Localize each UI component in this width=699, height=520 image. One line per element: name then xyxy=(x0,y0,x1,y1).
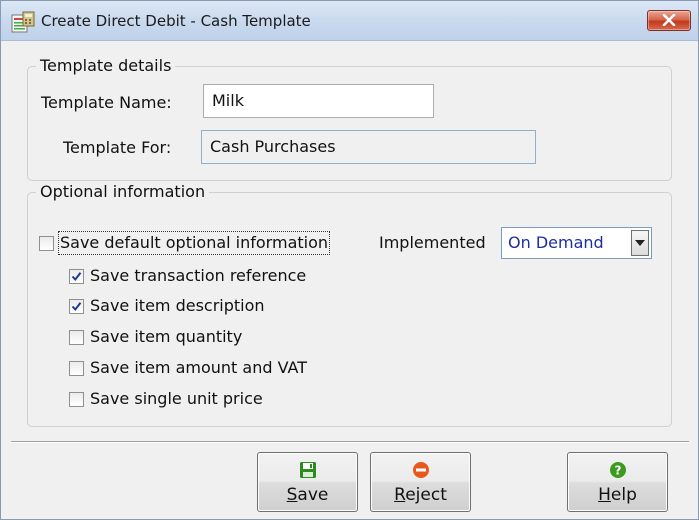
checkbox-box[interactable] xyxy=(69,268,84,284)
checkmark-icon xyxy=(71,271,82,281)
reject-button-label: Reject xyxy=(394,485,447,505)
svg-text:?: ? xyxy=(614,464,621,478)
template-for-label: Template For: xyxy=(63,138,172,157)
save-button-label: Save xyxy=(286,485,329,505)
close-icon xyxy=(662,11,676,30)
template-name-input[interactable]: Milk xyxy=(203,84,434,118)
option-label: Save item description xyxy=(90,296,265,315)
save-default-optional-label: Save default optional information xyxy=(57,231,331,255)
optional-information-legend: Optional information xyxy=(40,182,206,201)
option-checkbox-1[interactable]: Save item description xyxy=(69,295,265,317)
separator xyxy=(11,441,689,443)
checkmark-icon xyxy=(71,301,82,311)
help-button[interactable]: ? Help xyxy=(567,452,668,512)
dialog-window: Create Direct Debit - Cash Template Temp… xyxy=(0,0,699,520)
option-checkbox-4[interactable]: Save single unit price xyxy=(69,388,263,410)
implemented-label: Implemented xyxy=(379,233,486,252)
option-checkbox-3[interactable]: Save item amount and VAT xyxy=(69,357,307,379)
implemented-dropdown[interactable]: On Demand xyxy=(501,227,652,259)
chevron-down-icon xyxy=(635,240,645,246)
help-button-label: Help xyxy=(598,485,637,505)
title-bar[interactable]: Create Direct Debit - Cash Template xyxy=(1,1,698,41)
template-name-label: Template Name: xyxy=(41,93,172,112)
checkbox-box[interactable] xyxy=(69,298,84,314)
question-mark-icon: ? xyxy=(609,461,627,479)
no-entry-icon xyxy=(412,461,430,479)
reject-button[interactable]: Reject xyxy=(370,452,471,512)
option-label: Save transaction reference xyxy=(90,266,307,285)
option-label: Save single unit price xyxy=(90,389,263,408)
checkbox-box[interactable] xyxy=(69,329,84,345)
template-details-legend: Template details xyxy=(40,56,172,75)
option-label: Save item amount and VAT xyxy=(90,358,307,377)
close-button[interactable] xyxy=(647,10,691,31)
option-checkbox-0[interactable]: Save transaction reference xyxy=(69,265,306,287)
dropdown-arrow-button[interactable] xyxy=(631,230,649,256)
save-button[interactable]: Save xyxy=(257,452,358,512)
window-title: Create Direct Debit - Cash Template xyxy=(41,12,311,30)
save-default-optional-checkbox[interactable]: Save default optional information xyxy=(39,231,331,255)
option-checkbox-2[interactable]: Save item quantity xyxy=(69,326,242,348)
option-label: Save item quantity xyxy=(90,327,243,346)
checkbox-box[interactable] xyxy=(69,360,84,376)
checkbox-box[interactable] xyxy=(39,235,54,251)
implemented-selected-value: On Demand xyxy=(508,233,604,252)
ledger-calculator-icon xyxy=(11,11,35,33)
floppy-disk-icon xyxy=(299,461,317,479)
template-for-field: Cash Purchases xyxy=(201,130,536,164)
checkbox-box[interactable] xyxy=(69,391,84,407)
